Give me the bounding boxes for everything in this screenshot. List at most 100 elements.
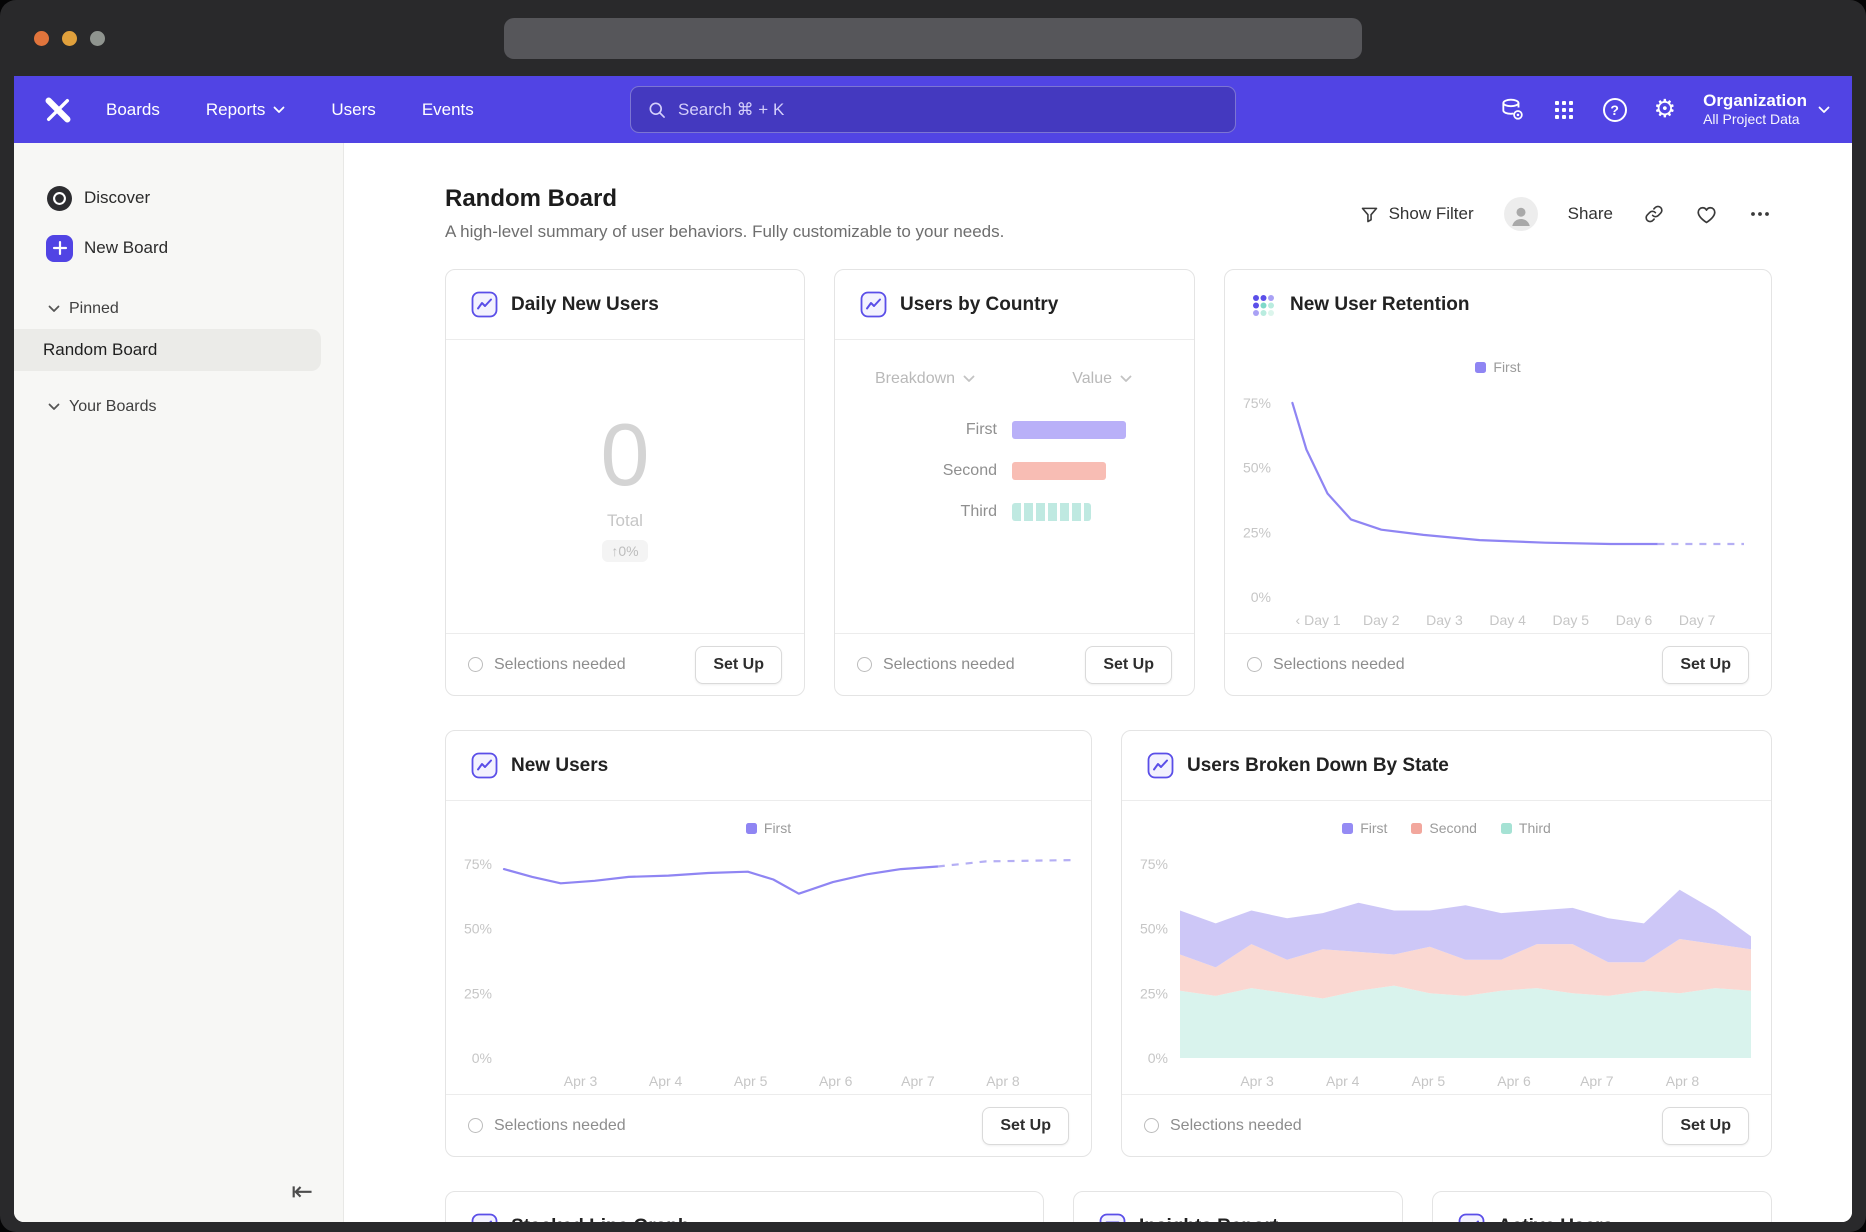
- window-zoom-button[interactable]: [90, 31, 105, 46]
- apps-grid-button[interactable]: [1552, 98, 1576, 122]
- card-footer: Selections needed Set Up: [446, 1094, 1091, 1156]
- report-icon: [1099, 1213, 1126, 1222]
- mixpanel-logo-icon: [44, 96, 72, 124]
- primary-nav: Boards Reports Users Events: [106, 100, 474, 120]
- svg-text:Apr 4: Apr 4: [1326, 1073, 1360, 1089]
- org-name: Organization: [1703, 91, 1807, 111]
- legend-label: First: [764, 820, 791, 836]
- svg-text:Apr 5: Apr 5: [734, 1073, 768, 1089]
- selections-needed-label: Selections needed: [883, 656, 1015, 674]
- svg-text:Apr 8: Apr 8: [986, 1073, 1020, 1089]
- bar-label: Second: [875, 462, 997, 480]
- copy-link-button[interactable]: [1643, 203, 1665, 225]
- sidebar-section-your-boards[interactable]: Your Boards: [14, 387, 343, 427]
- new-users-chart: 75%50%25%0%Apr 3Apr 4Apr 5Apr 6Apr 7Apr …: [446, 839, 1091, 1094]
- country-bar-row: First: [875, 421, 1194, 439]
- svg-text:75%: 75%: [1140, 856, 1168, 872]
- breakdown-dropdown[interactable]: Breakdown: [875, 370, 975, 388]
- svg-text:25%: 25%: [464, 985, 492, 1001]
- show-filter-button[interactable]: Show Filter: [1359, 204, 1474, 225]
- org-switcher[interactable]: Organization All Project Data: [1703, 91, 1830, 128]
- chevron-down-icon: [963, 375, 975, 383]
- browser-address-bar[interactable]: [504, 18, 1362, 59]
- favorite-button[interactable]: [1695, 203, 1718, 226]
- set-up-button[interactable]: Set Up: [982, 1107, 1069, 1145]
- board-actions: Show Filter Share: [1359, 197, 1772, 231]
- grid-icon: [1552, 98, 1576, 122]
- svg-text:Day 7: Day 7: [1679, 612, 1716, 628]
- legend-swatch-icon: [1501, 823, 1512, 834]
- chevron-down-icon: [273, 106, 285, 114]
- country-chart-body: Breakdown Value FirstSecondThird: [835, 340, 1194, 633]
- svg-text:50%: 50%: [464, 921, 492, 937]
- value-dropdown[interactable]: Value: [1072, 370, 1132, 388]
- your-boards-section-label: Your Boards: [69, 398, 156, 416]
- legend-swatch-icon: [1475, 362, 1486, 373]
- chevron-down-icon: [48, 305, 60, 313]
- nav-boards[interactable]: Boards: [106, 100, 160, 120]
- set-up-button[interactable]: Set Up: [1662, 646, 1749, 684]
- mixpanel-logo[interactable]: [44, 96, 72, 124]
- retention-icon: [1250, 292, 1277, 319]
- legend-item: Second: [1411, 817, 1476, 839]
- nav-reports-label: Reports: [206, 100, 266, 120]
- window-minimize-button[interactable]: [62, 31, 77, 46]
- sidebar-section-pinned[interactable]: Pinned: [14, 289, 343, 329]
- avatar[interactable]: [1504, 197, 1538, 231]
- sidebar-item-discover[interactable]: Discover: [14, 173, 343, 223]
- bar-segment: [1012, 421, 1126, 439]
- metric-label: Total: [607, 511, 643, 531]
- set-up-button[interactable]: Set Up: [1662, 1107, 1749, 1145]
- legend-item: First: [1475, 356, 1520, 378]
- card-footer: Selections needed Set Up: [1225, 633, 1771, 695]
- selection-radio-icon: [1144, 1118, 1159, 1133]
- nav-events[interactable]: Events: [422, 100, 474, 120]
- help-button[interactable]: ?: [1603, 98, 1627, 122]
- chart-legend: First: [1225, 356, 1771, 378]
- data-management-button[interactable]: [1499, 97, 1525, 123]
- set-up-button[interactable]: Set Up: [1085, 646, 1172, 684]
- svg-text:Day 2: Day 2: [1363, 612, 1400, 628]
- search-icon: [647, 100, 667, 120]
- plus-icon: [46, 235, 73, 262]
- window-close-button[interactable]: [34, 31, 49, 46]
- card-footer: Selections needed Set Up: [446, 633, 804, 695]
- sidebar-collapse-button[interactable]: ⇤: [291, 1178, 313, 1204]
- nav-events-label: Events: [422, 100, 474, 120]
- card-new-users: New Users First 75%50%25%0%Apr 3Apr 4Apr…: [445, 730, 1092, 1157]
- svg-text:75%: 75%: [1243, 395, 1271, 411]
- svg-text:Apr 7: Apr 7: [901, 1073, 935, 1089]
- share-button[interactable]: Share: [1568, 204, 1613, 224]
- card-title: Active Users: [1498, 1216, 1613, 1223]
- svg-text:Apr 3: Apr 3: [564, 1073, 598, 1089]
- search-input[interactable]: [678, 100, 1219, 120]
- settings-button[interactable]: ⚙: [1654, 97, 1676, 122]
- country-bars-chart: FirstSecondThird: [875, 421, 1194, 521]
- card-footer: Selections needed Set Up: [835, 633, 1194, 695]
- sidebar-item-random-board[interactable]: Random Board: [14, 329, 321, 371]
- selection-radio-icon: [857, 657, 872, 672]
- nav-users-label: Users: [331, 100, 375, 120]
- traffic-lights: [34, 31, 105, 46]
- metric-delta-badge: ↑0%: [602, 540, 647, 562]
- svg-text:0%: 0%: [472, 1050, 492, 1066]
- card-users-by-state: Users Broken Down By State FirstSecondTh…: [1121, 730, 1772, 1157]
- set-up-button[interactable]: Set Up: [695, 646, 782, 684]
- svg-text:Day 3: Day 3: [1426, 612, 1463, 628]
- global-search[interactable]: [630, 86, 1236, 133]
- legend-item: Third: [1501, 817, 1551, 839]
- database-gear-icon: [1499, 97, 1525, 123]
- country-bar-row: Second: [875, 462, 1194, 480]
- nav-users[interactable]: Users: [331, 100, 375, 120]
- selections-needed-label: Selections needed: [494, 656, 626, 674]
- new-board-label: New Board: [84, 238, 168, 258]
- more-options-button[interactable]: [1748, 202, 1772, 226]
- retention-chart: 75%50%25%0%‹ Day 1Day 2Day 3Day 4Day 5Da…: [1225, 378, 1771, 633]
- window-titlebar: [0, 0, 1866, 76]
- selections-needed-label: Selections needed: [1170, 1117, 1302, 1135]
- bar-segment: [1012, 503, 1091, 521]
- new-board-button[interactable]: New Board: [14, 223, 343, 273]
- nav-reports[interactable]: Reports: [206, 100, 286, 120]
- selection-radio-icon: [1247, 657, 1262, 672]
- selection-radio-icon: [468, 657, 483, 672]
